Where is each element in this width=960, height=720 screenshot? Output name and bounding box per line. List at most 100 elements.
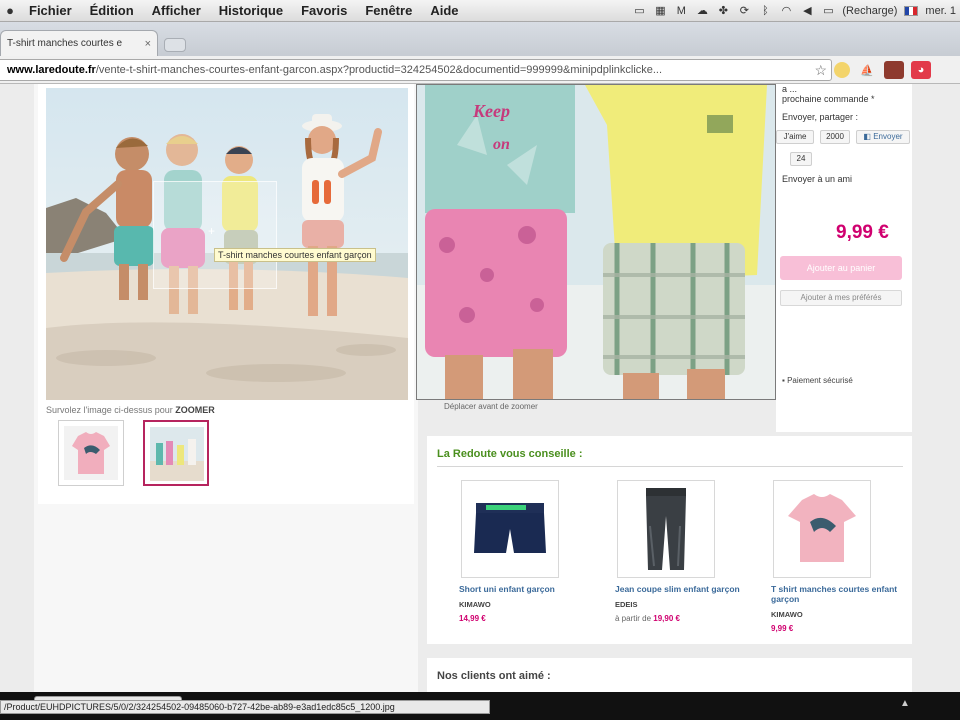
product-name[interactable]: T shirt manches courtes enfant garçon [771,584,901,604]
menu-aide[interactable]: Aide [421,3,467,18]
svg-text:on: on [493,136,510,153]
menu-bar: ● Fichier Édition Afficher Historique Fa… [0,0,960,22]
zoom-tooltip: T-shirt manches courtes enfant garçon [214,248,376,262]
volume-icon[interactable]: ◀ [800,5,814,17]
product-sidebar: a ... prochaine commande * Envoyer, part… [776,84,912,432]
product-price-value: 19,90 € [653,614,680,623]
tab-title: T-shirt manches courtes e [7,38,123,49]
secure-payment: ▪ Paiement sécurisé [782,376,853,385]
evernote-icon[interactable]: M [674,5,688,17]
browser-tab[interactable]: T-shirt manches courtes e × [0,30,158,56]
clients-liked-section: Nos clients ont aimé : [427,658,912,692]
add-to-cart-button[interactable]: Ajouter au panier [780,256,902,280]
share-title: Envoyer, partager : [782,112,859,122]
product-price-value: 14,99 € [459,614,486,623]
product-name[interactable]: Jean coupe slim enfant garçon [615,584,745,594]
product-brand: EDEIS [615,600,638,609]
browser-toolbar: www.laredoute.fr/vente-t-shirt-manches-c… [0,56,960,84]
product-price-line: à partir de 19,90 € [615,614,755,623]
thumbnail-tshirt[interactable] [58,420,124,486]
apple-menu-icon[interactable]: ● [0,3,20,18]
status-tray: ▭ ▦ M ☁ ✤ ⟳ ᛒ ◠ ◀ ▭ (Recharge) mer. 1 [632,0,960,22]
recommendations-title: La Redoute vous conseille : [437,448,583,460]
like-count: 2000 [820,130,850,144]
zoom-view[interactable]: Keep on [416,84,776,400]
screen: ● Fichier Édition Afficher Historique Fa… [0,0,960,720]
jeans-icon [646,488,686,570]
sync-icon[interactable]: ⟳ [737,5,751,17]
screen-record-icon[interactable]: ▭ [632,5,646,17]
product-image-tshirt[interactable] [773,480,871,578]
leaf-icon[interactable]: ✤ [716,5,730,17]
like-label: J'aime [783,132,807,141]
extension-photo-icon[interactable] [884,61,904,79]
extension-coin-icon[interactable] [834,62,850,78]
extension-boat-icon[interactable]: ⛵ [857,61,877,79]
bookmark-star-icon[interactable]: ☆ [814,62,827,79]
url-path: /vente-t-shirt-manches-courtes-enfant-ga… [95,64,663,76]
wifi-icon[interactable]: ◠ [779,5,793,17]
url-host: www.laredoute.fr [7,64,96,76]
recommendations-section: La Redoute vous conseille : Short uni en… [427,436,912,644]
french-flag-icon[interactable] [904,6,919,16]
tshirt-icon [788,494,856,562]
shorts-icon [474,503,546,553]
web-page: + T-shirt manches courtes enfant garçon … [0,84,960,692]
product-price-line: 9,99 € [771,624,911,633]
svg-text:Keep: Keep [472,101,510,121]
extension-cat-icon[interactable]: ◕ [911,61,931,79]
extensions-bar: ⛵ ◕ [834,59,931,81]
menu-favoris[interactable]: Favoris [292,3,356,18]
zoom-hint-strong: ZOOMER [175,405,215,415]
address-bar[interactable]: www.laredoute.fr/vente-t-shirt-manches-c… [0,59,832,81]
zoom-hint-text: Survolez l'image ci-dessus pour [46,405,173,415]
zoom-lens[interactable]: + [153,181,277,289]
plus-count: 24 [790,152,812,166]
product-name[interactable]: Short uni enfant garçon [459,584,589,594]
beach-thumb-icon [150,427,204,481]
product-brand: KIMAWO [771,610,803,619]
clock[interactable]: mer. 1 [925,5,956,17]
eject-icon[interactable]: ▲ [900,698,910,709]
zoom-caption: Déplacer avant de zoomer [444,402,538,411]
tab-close-icon[interactable]: × [145,38,151,50]
product-brand: KIMAWO [459,600,491,609]
bluetooth-icon[interactable]: ᛒ [758,5,772,17]
send-friend-link[interactable]: Envoyer à un ami [782,174,852,184]
add-to-favorites-button[interactable]: Ajouter à mes préférés [780,290,902,306]
menu-fenetre[interactable]: Fenêtre [356,3,421,18]
menu-afficher[interactable]: Afficher [143,3,210,18]
product-card[interactable]: Short uni enfant garçon KIMAWO 14,99 € [459,480,599,623]
price-prefix: à partir de [615,614,652,623]
recommendations-divider [437,466,903,467]
next-order-line1: a ... [782,84,798,94]
product-price: 9,99 € [836,222,889,243]
clients-liked-title: Nos clients ont aimé : [437,670,551,682]
new-tab-button[interactable] [164,38,186,52]
cloud-icon[interactable]: ☁ [695,5,709,17]
grid-icon[interactable]: ▦ [653,5,667,17]
zoom-hint: Survolez l'image ci-dessus pour ZOOMER [46,405,215,415]
send-button[interactable]: ◧ Envoyer [856,130,910,144]
menu-historique[interactable]: Historique [210,3,292,18]
next-order-line2: prochaine commande * [782,94,875,104]
tab-strip: T-shirt manches courtes e × [0,22,960,56]
zoomed-photo: Keep on [417,85,775,399]
status-url: /Product/EUHDPICTURES/5/0/2/324254502-09… [0,700,490,714]
product-image-jeans[interactable] [617,480,715,578]
crosshair-icon: + [208,224,216,238]
battery-status[interactable]: (Recharge) [842,5,897,17]
product-card[interactable]: Jean coupe slim enfant garçon EDEIS à pa… [615,480,755,623]
menu-fichier[interactable]: Fichier [20,3,81,18]
send-icon: ◧ [863,132,874,141]
tshirt-thumb-icon [64,426,118,480]
like-button[interactable]: J'aime [776,130,814,144]
product-price-value: 9,99 € [771,624,794,633]
menu-edition[interactable]: Édition [81,3,143,18]
product-image-shorts[interactable] [461,480,559,578]
battery-icon[interactable]: ▭ [821,5,835,17]
thumbnail-beach-selected[interactable] [143,420,209,486]
status-bar: /Product/EUHDPICTURES/5/0/2/324254502-09… [0,692,960,720]
product-card[interactable]: T shirt manches courtes enfant garçon KI… [771,480,911,633]
send-label: Envoyer [873,132,903,141]
